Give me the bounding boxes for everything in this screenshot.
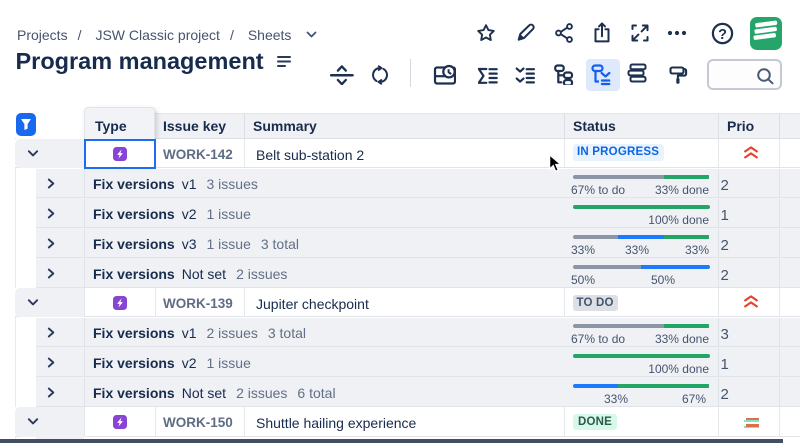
svg-text:?: ? — [718, 27, 727, 43]
